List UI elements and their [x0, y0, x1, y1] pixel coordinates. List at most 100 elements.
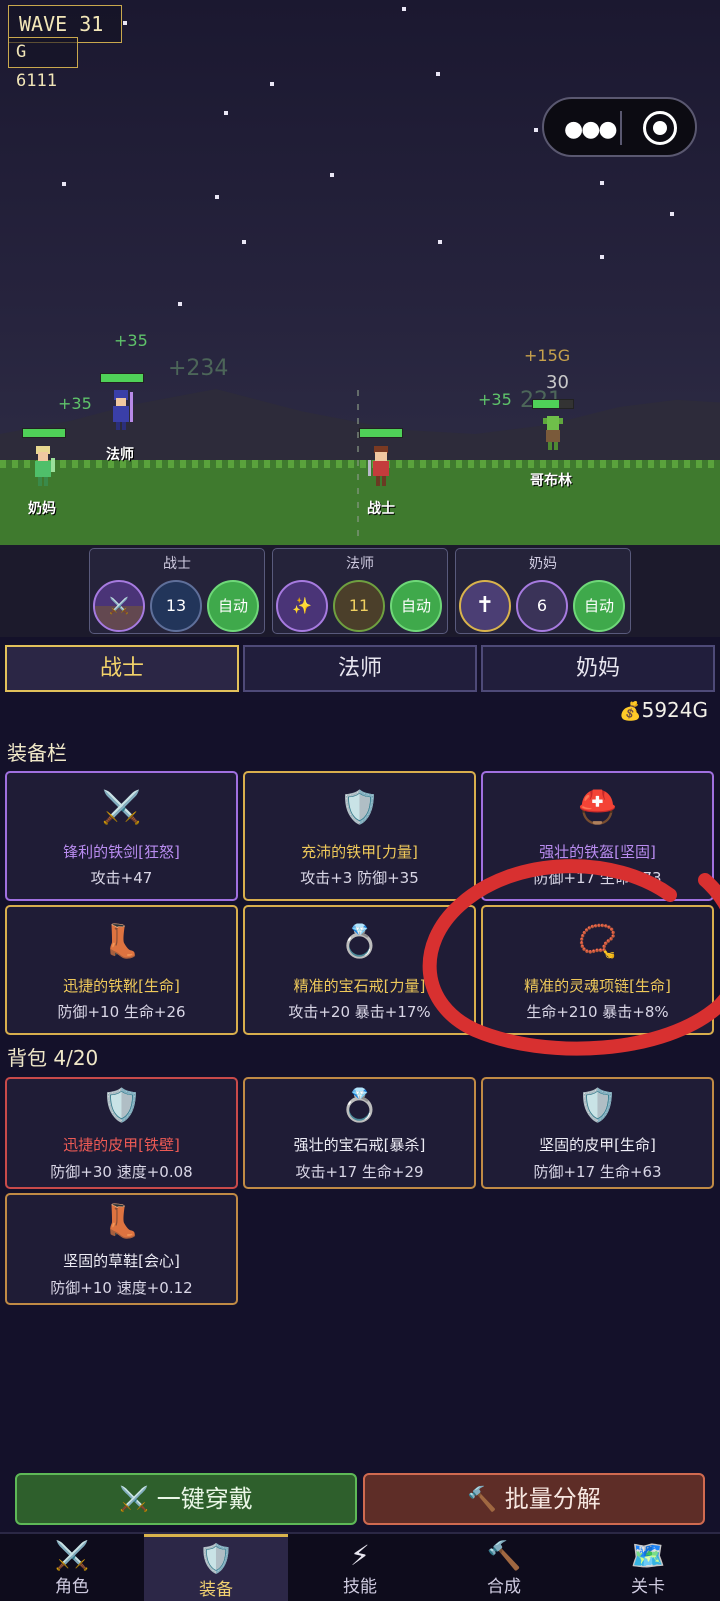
boot-icon: 👢 [101, 922, 142, 960]
close-miniprogram-icon[interactable] [643, 111, 677, 145]
bolt-cooldown: 11 [348, 596, 370, 615]
sprout-cooldown: 6 [536, 596, 548, 615]
cross-skill-button[interactable]: ✝ [459, 580, 511, 632]
sprout-skill-button[interactable]: 6 [516, 580, 568, 632]
map-icon: 🗺️ [630, 1539, 666, 1572]
sparkle-icon: ✨ [292, 596, 312, 615]
more-icon[interactable]: ●●● [564, 117, 618, 142]
nav-character[interactable]: ⚔️ 角色 [0, 1534, 144, 1601]
healer-sprite[interactable] [30, 444, 56, 488]
mage-hp-bar [100, 373, 144, 383]
equipped-section-title: 装备栏 [7, 741, 67, 765]
backpack-item[interactable]: 👢 坚固的草鞋[会心] 防御+10 速度+0.12 [5, 1193, 238, 1305]
equipped-slot-helmet[interactable]: ⛑️ 强壮的铁盔[坚固] 防御+17 生命+73 [481, 771, 714, 901]
equipped-slot-boots[interactable]: 👢 迅捷的铁靴[生命] 防御+10 生命+26 [5, 905, 238, 1035]
equipped-slot-necklace[interactable]: 📿 精准的灵魂项链[生命] 生命+210 暴击+8% [481, 905, 714, 1035]
gold-counter: G 6111 [8, 37, 78, 91]
item-name: 迅捷的皮甲[铁壁] [63, 1136, 180, 1154]
heal-popup: +35 [478, 390, 512, 409]
star [123, 21, 127, 25]
sparkle-skill-button[interactable]: ✨ [276, 580, 328, 632]
auto-label: 自动 [400, 597, 431, 615]
item-name: 迅捷的铁靴[生命] [63, 977, 180, 995]
equip-all-button[interactable]: ⚔️ 一键穿戴 [15, 1473, 357, 1525]
auto-toggle-button[interactable]: 自动 [207, 580, 259, 632]
item-stats: 防御+17 生命+73 [533, 869, 662, 887]
nav-label: 技能 [343, 1577, 377, 1597]
shield-icon: 🛡️ [198, 1542, 234, 1575]
item-name: 充沛的铁甲[力量] [301, 843, 418, 861]
nav-skills[interactable]: ⚡ 技能 [288, 1534, 432, 1601]
skill-group-warrior: 战士 ⚔️ 13 自动 [89, 548, 265, 634]
tab-mage[interactable]: 法师 [243, 645, 477, 692]
item-stats: 攻击+17 生命+29 [295, 1163, 424, 1181]
necklace-icon: 📿 [577, 922, 618, 960]
star [534, 128, 538, 132]
batch-disassemble-button[interactable]: 🔨 批量分解 [363, 1473, 705, 1525]
item-name: 强壮的铁盔[坚固] [539, 843, 656, 861]
star [670, 212, 674, 216]
mage-name: 法师 [106, 447, 134, 463]
star [330, 173, 334, 177]
skill-group-title: 法师 [346, 556, 374, 572]
star [600, 255, 604, 259]
equipped-slot-ring[interactable]: 💍 精准的宝石戒[力量] 攻击+20 暴击+17% [243, 905, 476, 1035]
item-stats: 防御+17 生命+63 [533, 1163, 662, 1181]
star [224, 111, 228, 115]
item-stats: 防御+30 速度+0.08 [50, 1163, 193, 1181]
backpack-item[interactable]: 💍 强壮的宝石戒[暴杀] 攻击+17 生命+29 [243, 1077, 476, 1189]
star [436, 72, 440, 76]
hammer-icon: 🔨 [486, 1539, 522, 1572]
bolt-skill-button[interactable]: 11 [333, 580, 385, 632]
shield-skill-button[interactable]: 13 [150, 580, 202, 632]
nav-label: 关卡 [631, 1577, 665, 1597]
equipped-slot-weapon[interactable]: ⚔️ 锋利的铁剑[狂怒] 攻击+47 [5, 771, 238, 901]
gold-popup: +15G [524, 346, 571, 365]
lane-divider [357, 390, 359, 540]
sword-icon: ⚔️ [54, 1539, 90, 1572]
item-name: 精准的灵魂项链[生命] [524, 977, 671, 995]
item-stats: 防御+10 速度+0.12 [50, 1279, 193, 1297]
tab-healer[interactable]: 奶妈 [481, 645, 715, 692]
equipped-slot-armor[interactable]: 🛡️ 充沛的铁甲[力量] 攻击+3 防御+35 [243, 771, 476, 901]
star [215, 195, 219, 199]
mage-sprite[interactable] [108, 388, 134, 432]
cross-icon: ✝ [475, 593, 495, 618]
item-name: 精准的宝石戒[力量] [293, 977, 426, 995]
goblin-name: 哥布林 [530, 473, 572, 489]
skill-group-mage: 法师 ✨ 11 自动 [272, 548, 448, 634]
sword-skill-button[interactable]: ⚔️ [93, 580, 145, 632]
nav-equipment[interactable]: 🛡️ 装备 [144, 1534, 288, 1601]
warrior-sprite[interactable] [368, 444, 394, 488]
star [600, 181, 604, 185]
bottom-nav: ⚔️ 角色 🛡️ 装备 ⚡ 技能 🔨 合成 🗺️ 关卡 [0, 1532, 720, 1601]
auto-label: 自动 [217, 597, 248, 615]
auto-toggle-button[interactable]: 自动 [573, 580, 625, 632]
item-name: 坚固的皮甲[生命] [539, 1136, 656, 1154]
item-stats: 防御+10 生命+26 [57, 1003, 186, 1021]
nav-craft[interactable]: 🔨 合成 [432, 1534, 576, 1601]
backpack-item[interactable]: 🛡️ 坚固的皮甲[生命] 防御+17 生命+63 [481, 1077, 714, 1189]
star [178, 302, 182, 306]
tab-warrior[interactable]: 战士 [5, 645, 239, 692]
item-stats: 攻击+3 防御+35 [300, 869, 419, 887]
goblin-sprite[interactable] [540, 414, 566, 458]
shield-icon: 🛡️ [577, 1086, 618, 1124]
skill-group-title: 战士 [163, 556, 191, 572]
helmet-icon: ⛑️ [577, 788, 618, 826]
backpack-item[interactable]: 🛡️ 迅捷的皮甲[铁壁] 防御+30 速度+0.08 [5, 1077, 238, 1189]
star [438, 240, 442, 244]
nav-stages[interactable]: 🗺️ 关卡 [576, 1534, 720, 1601]
shield-cooldown: 13 [165, 596, 187, 615]
skill-group-healer: 奶妈 ✝ 6 自动 [455, 548, 631, 634]
warrior-hp-bar [359, 428, 403, 438]
ring-icon: 💍 [339, 922, 380, 960]
auto-toggle-button[interactable]: 自动 [390, 580, 442, 632]
item-name: 锋利的铁剑[狂怒] [63, 843, 180, 861]
warrior-name: 战士 [367, 501, 395, 517]
star [270, 82, 274, 86]
sword-icon: ⚔️ [109, 596, 129, 615]
item-name: 强壮的宝石戒[暴杀] [293, 1136, 426, 1154]
battle-scene: WAVE 31 G 6111 ●●● +35 +234 +35 +15G 30 … [0, 0, 720, 545]
skill-bar: 战士 ⚔️ 13 自动 法师 ✨ 11 自动 奶妈 ✝ 6 自动 [0, 545, 720, 637]
